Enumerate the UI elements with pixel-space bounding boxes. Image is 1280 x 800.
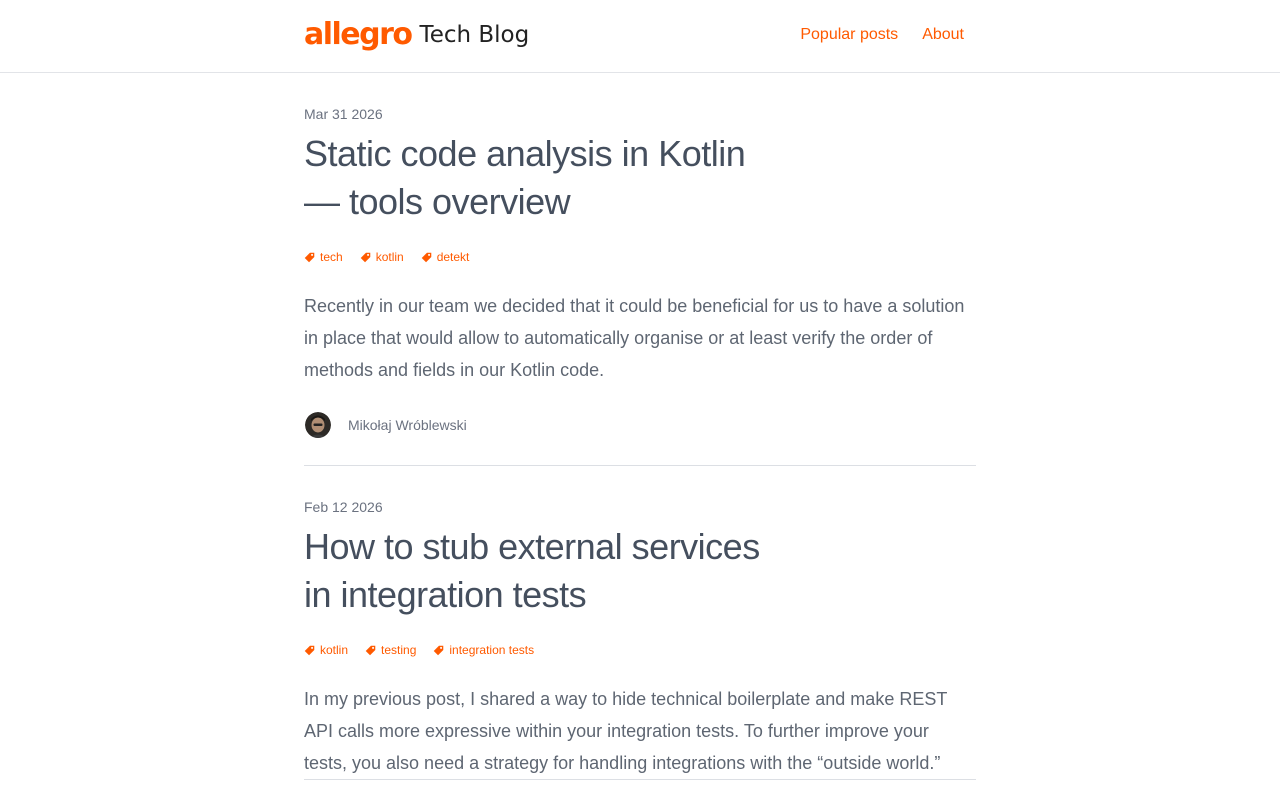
main-nav: Popular posts About [800, 26, 964, 44]
tag-integration-tests[interactable]: integration tests [433, 643, 534, 657]
post-title: How to stub external services in integra… [304, 523, 784, 619]
tag-label: testing [381, 643, 417, 657]
post-title-link[interactable]: Static code analysis in Kotlin — tools o… [304, 133, 746, 222]
logo-subtitle: Tech Blog [419, 22, 530, 48]
post-tags: kotlin testing integration tests [304, 643, 976, 657]
nav-about[interactable]: About [922, 26, 964, 44]
tag-icon [360, 252, 370, 262]
tag-icon [421, 252, 431, 262]
nav-popular-posts[interactable]: Popular posts [800, 26, 898, 44]
tag-label: kotlin [320, 643, 349, 657]
tag-label: tech [320, 250, 343, 264]
tag-tech[interactable]: tech [304, 250, 343, 264]
author-name[interactable]: Mikołaj Wróblewski [348, 417, 467, 433]
post-author: Mikołaj Wróblewski [304, 412, 976, 438]
tag-icon [365, 645, 376, 655]
tag-icon [304, 252, 315, 262]
post-excerpt: In my previous post, I shared a way to h… [304, 689, 948, 773]
post-title-link[interactable]: How to stub external services in integra… [304, 526, 760, 615]
post-card: Mar 31 2026 Static code analysis in Kotl… [304, 73, 976, 466]
post-title: Static code analysis in Kotlin — tools o… [304, 130, 784, 226]
tag-icon [434, 645, 444, 655]
tag-testing[interactable]: testing [365, 643, 416, 657]
site-header: allegro Tech Blog Popular posts About [0, 0, 1280, 73]
post-card: Feb 12 2026 How to stub external service… [304, 466, 976, 780]
tag-kotlin[interactable]: kotlin [360, 250, 404, 264]
site-logo[interactable]: allegro Tech Blog [304, 18, 529, 52]
tag-label: integration tests [449, 643, 535, 657]
header-inner: allegro Tech Blog Popular posts About [304, 0, 976, 72]
post-tags: tech kotlin detekt [304, 250, 976, 264]
tag-detekt[interactable]: detekt [421, 250, 470, 264]
logo-brand: allegro [304, 17, 413, 52]
post-date: Mar 31 2026 [304, 106, 383, 122]
post-list: Mar 31 2026 Static code analysis in Kotl… [304, 73, 976, 780]
post-excerpt: Recently in our team we decided that it … [304, 296, 965, 380]
tag-label: detekt [436, 250, 470, 264]
tag-kotlin[interactable]: kotlin [304, 643, 348, 657]
author-avatar[interactable] [305, 412, 331, 438]
post-date: Feb 12 2026 [304, 499, 383, 515]
tag-icon [304, 645, 315, 655]
tag-label: kotlin [375, 250, 404, 264]
